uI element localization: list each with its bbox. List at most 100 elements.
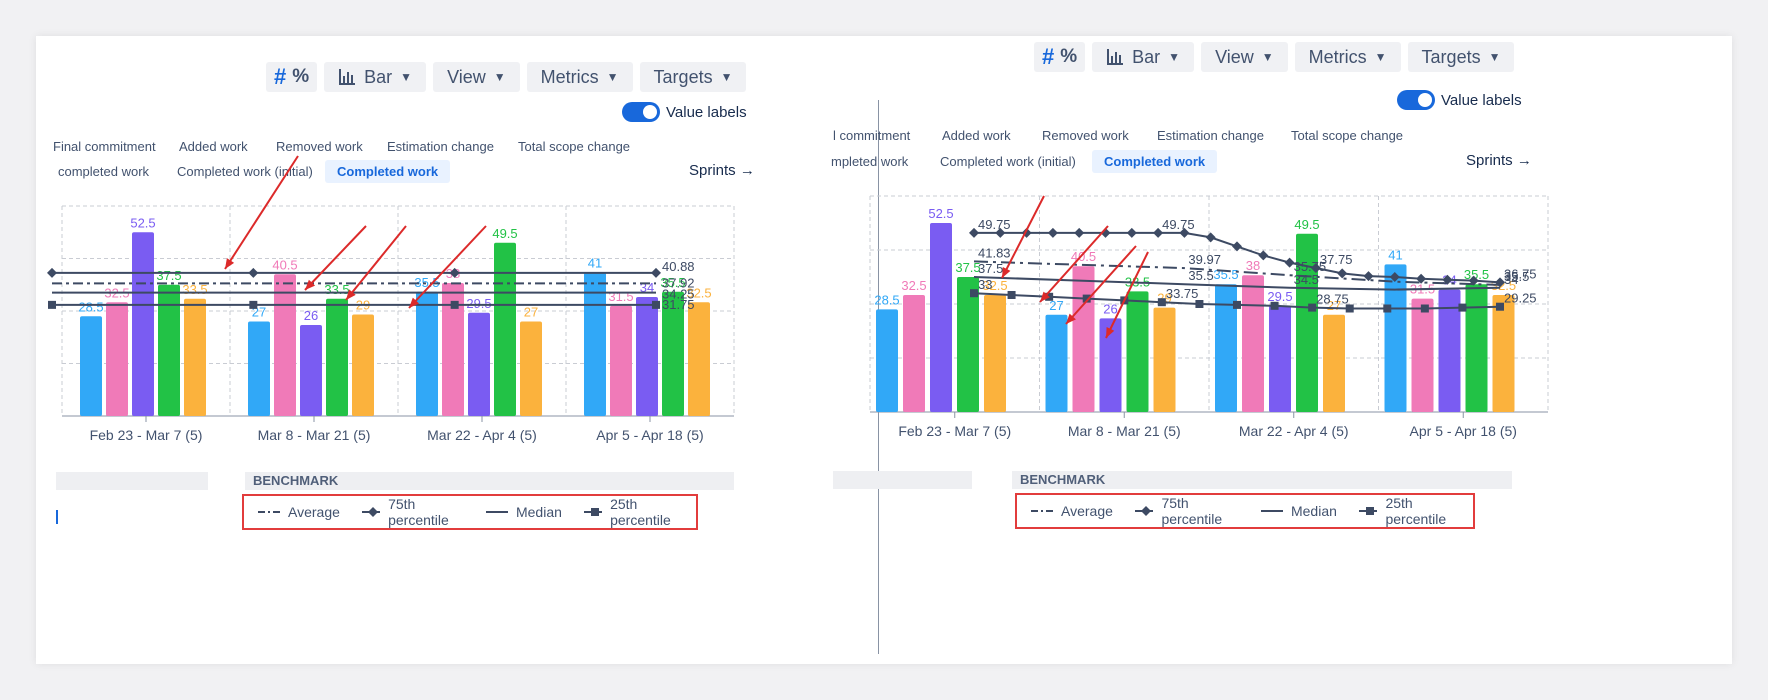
x-tick-label: Mar 22 - Apr 4 (5): [1239, 423, 1349, 439]
chevron-down-icon: ▼: [493, 70, 506, 84]
toggle-switch[interactable]: [622, 102, 660, 122]
tab-estimation-change[interactable]: Estimation change: [1157, 128, 1264, 143]
metrics-dropdown[interactable]: Metrics ▼: [526, 62, 633, 92]
p75-point-label: 49.75: [1162, 217, 1195, 232]
tab-completed-work-initial[interactable]: Completed work (initial): [940, 154, 1076, 169]
right-panel: # % Bar ▼ View ▼ Metrics ▼ Targets ▼ Val…: [831, 36, 1732, 664]
legend-average[interactable]: Average: [1031, 503, 1113, 519]
chart-type-label: Bar: [364, 66, 393, 87]
chevron-down-icon: ▼: [1261, 50, 1274, 64]
bar[interactable]: [1126, 291, 1149, 412]
bar[interactable]: [957, 277, 979, 412]
bar[interactable]: [184, 298, 206, 416]
left-benchmark-legend: Average 75th percentile Median 25th perc…: [242, 494, 698, 530]
bar[interactable]: [903, 295, 925, 412]
p25-point-label: 29.25: [1504, 291, 1537, 306]
legend-p25[interactable]: 25th percentile: [583, 496, 686, 528]
sprints-link[interactable]: Sprints →: [1466, 152, 1532, 169]
p25-benchmark-marker: [652, 300, 660, 309]
bar[interactable]: [326, 298, 348, 416]
tab-added-work[interactable]: Added work: [942, 128, 1011, 143]
number-percent-toggle[interactable]: # %: [1034, 42, 1086, 72]
bar[interactable]: [636, 297, 658, 416]
toggle-switch[interactable]: [1397, 90, 1435, 110]
tab-final-commitment[interactable]: Final commitment: [53, 139, 156, 154]
bar[interactable]: [248, 321, 270, 417]
bar[interactable]: [930, 223, 952, 412]
bar[interactable]: [1269, 305, 1291, 412]
value-labels-toggle[interactable]: Value labels: [1397, 90, 1522, 110]
tab-completed-work-partial[interactable]: mpleted work: [831, 154, 908, 169]
square-line-icon: [583, 508, 603, 516]
average-point-label: 39.97: [1188, 252, 1221, 267]
bar[interactable]: [984, 295, 1006, 412]
number-icon[interactable]: #: [1042, 44, 1054, 70]
percent-icon[interactable]: %: [1060, 46, 1077, 68]
p25-benchmark-marker: [450, 300, 459, 309]
view-label: View: [1215, 46, 1254, 67]
view-dropdown[interactable]: View ▼: [433, 62, 520, 92]
tab-completed-work[interactable]: Completed work: [325, 160, 451, 183]
chart-type-dropdown[interactable]: Bar ▼: [1092, 42, 1195, 72]
chart-type-dropdown[interactable]: Bar ▼: [324, 62, 427, 92]
targets-dropdown[interactable]: Targets ▼: [1407, 42, 1515, 72]
benchmark-header: BENCHMARK: [1012, 471, 1512, 489]
bar[interactable]: [300, 325, 322, 416]
tab-added-work[interactable]: Added work: [179, 139, 248, 154]
square-line-icon: [1358, 507, 1378, 515]
value-labels-toggle[interactable]: Value labels: [622, 102, 747, 122]
chevron-down-icon: ▼: [1168, 50, 1181, 64]
bar-value-label: 49.5: [492, 226, 517, 241]
legend-median[interactable]: Median: [485, 504, 562, 520]
legend-p75[interactable]: 75th percentile: [1134, 495, 1239, 527]
left-metric-tabs-row1: Final commitment Added work Removed work…: [36, 139, 846, 159]
tab-completed-work-partial[interactable]: completed work: [58, 164, 149, 179]
bar[interactable]: [1323, 314, 1345, 412]
bar[interactable]: [274, 274, 296, 416]
bar[interactable]: [132, 232, 154, 416]
right-metric-tabs-row2: mpleted work Completed work (initial) Co…: [831, 150, 1732, 178]
bar[interactable]: [1465, 284, 1488, 412]
tab-estimation-change[interactable]: Estimation change: [387, 139, 494, 154]
bar[interactable]: [688, 302, 710, 416]
bar[interactable]: [352, 314, 374, 417]
bar[interactable]: [1411, 298, 1434, 412]
bar[interactable]: [106, 302, 128, 416]
tab-final-commitment[interactable]: l commitment: [833, 128, 910, 143]
bar[interactable]: [416, 291, 438, 416]
sprints-link[interactable]: Sprints →: [689, 162, 755, 179]
p75-point-label: 49.75: [978, 217, 1011, 232]
bar[interactable]: [520, 321, 542, 417]
tab-total-scope-change[interactable]: Total scope change: [518, 139, 630, 154]
tab-completed-work[interactable]: Completed work: [1092, 150, 1218, 173]
bar[interactable]: [468, 312, 490, 416]
legend-median[interactable]: Median: [1260, 503, 1337, 519]
bar[interactable]: [1072, 266, 1095, 412]
legend-p25[interactable]: 25th percentile: [1358, 495, 1463, 527]
bar[interactable]: [1492, 295, 1515, 412]
percent-icon[interactable]: %: [292, 66, 309, 88]
number-percent-toggle[interactable]: # %: [266, 62, 318, 92]
bar[interactable]: [1045, 314, 1068, 412]
targets-dropdown[interactable]: Targets ▼: [639, 62, 747, 92]
p25-benchmark-marker: [970, 289, 978, 298]
legend-p75[interactable]: 75th percentile: [361, 496, 464, 528]
bar[interactable]: [584, 272, 606, 417]
tab-removed-work[interactable]: Removed work: [1042, 128, 1129, 143]
legend-average[interactable]: Average: [258, 504, 340, 520]
bar[interactable]: [494, 242, 516, 416]
bar[interactable]: [1384, 264, 1407, 412]
bar[interactable]: [1153, 307, 1176, 412]
metrics-dropdown[interactable]: Metrics ▼: [1294, 42, 1401, 72]
right-chart: 28.532.552.537.532.52740.52633.52935.538…: [869, 195, 1549, 439]
bar[interactable]: [80, 316, 102, 416]
number-icon[interactable]: #: [274, 64, 286, 90]
p25-point-label: 33.75: [1166, 286, 1199, 301]
bar[interactable]: [1242, 275, 1264, 412]
bar[interactable]: [876, 309, 898, 412]
left-panel: # % Bar ▼ View ▼ Metrics ▼ Targets ▼ Val…: [36, 36, 846, 664]
tab-total-scope-change[interactable]: Total scope change: [1291, 128, 1403, 143]
view-dropdown[interactable]: View ▼: [1201, 42, 1288, 72]
bar[interactable]: [610, 305, 632, 416]
tab-removed-work[interactable]: Removed work: [276, 139, 363, 154]
